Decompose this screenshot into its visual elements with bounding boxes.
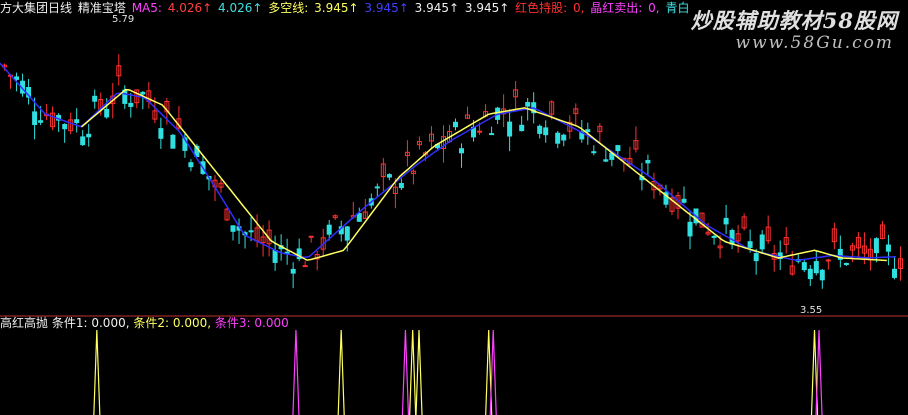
- candle-body: [140, 91, 146, 95]
- candle-body: [80, 136, 86, 146]
- candle-body: [681, 198, 687, 203]
- cut-label: 青白: [665, 1, 690, 15]
- candle-body: [272, 250, 278, 263]
- candle-body: [32, 111, 38, 126]
- candle-body: [398, 183, 404, 189]
- cond2-value: 0.000,: [172, 316, 212, 330]
- stock-chart[interactable]: 5.79 3.55: [0, 0, 908, 415]
- candle-body: [230, 225, 236, 232]
- watermark-url: www.58Gu.com: [735, 33, 894, 53]
- candle-body: [519, 124, 525, 132]
- candle-body: [537, 125, 543, 134]
- candle-body: [104, 109, 110, 118]
- candle-body: [555, 132, 561, 144]
- duokong-value: 3.945↑: [314, 1, 359, 15]
- candle-body: [825, 259, 831, 262]
- candle-body: [603, 159, 609, 162]
- hold-value: 0,: [573, 1, 585, 15]
- candle-body: [74, 119, 80, 123]
- cond3-label: 条件3:: [214, 316, 251, 330]
- candle-body: [356, 213, 362, 222]
- candle-body: [543, 127, 549, 136]
- candle-body: [711, 235, 717, 238]
- candle-body: [92, 95, 98, 102]
- candle-body: [38, 120, 44, 123]
- third-value: 3.945↑: [414, 1, 460, 15]
- hold-label: 红色持股:: [515, 1, 568, 15]
- watermark-title: 炒股辅助教材58股网: [690, 8, 898, 33]
- ma-second-value: 4.026↑: [218, 1, 263, 15]
- candle-body: [308, 235, 314, 238]
- blue-value: 3.945↑: [364, 1, 409, 15]
- ma5-label: MA5:: [131, 1, 162, 15]
- ma5-value: 4.026↑: [167, 1, 213, 15]
- candle-body: [477, 130, 483, 133]
- candle-body: [759, 234, 765, 250]
- candle-body: [801, 262, 807, 271]
- sub-panel-header: 高红高抛 条件1: 0.000, 条件2: 0.000, 条件3: 0.000: [0, 315, 289, 331]
- candle-body: [14, 76, 20, 80]
- cond3-value: 0.000: [254, 316, 289, 330]
- fourth-value: 3.945↑: [464, 1, 510, 15]
- candle-body: [723, 217, 729, 225]
- sub-name: 高红高抛: [0, 316, 49, 330]
- duokong-label: 多空线:: [268, 1, 309, 15]
- candle-body: [386, 174, 392, 178]
- candle-body: [819, 269, 825, 281]
- candle-body: [326, 224, 332, 235]
- candle-body: [753, 253, 759, 262]
- candle-body: [813, 261, 819, 274]
- stock-title: 方大集团日线: [0, 1, 73, 15]
- indicator-name: 精准宝塔: [77, 1, 126, 15]
- candle-body: [885, 244, 891, 252]
- candle-body: [374, 186, 380, 189]
- candle-body: [645, 160, 651, 164]
- candle-body: [86, 133, 92, 138]
- candle-body: [302, 265, 308, 268]
- candle-body: [843, 263, 849, 265]
- candle-body: [188, 162, 194, 168]
- cond2-label: 条件2:: [133, 316, 170, 330]
- candle-body: [892, 268, 897, 278]
- candle-body: [561, 134, 567, 141]
- candle-body: [170, 134, 176, 149]
- sell-label: 晶红卖出:: [590, 1, 643, 15]
- sell-value: 0,: [648, 1, 660, 15]
- candle-body: [290, 268, 296, 274]
- candle-body: [615, 145, 621, 152]
- candle-body: [158, 128, 164, 139]
- candle-body: [873, 238, 879, 254]
- candle-body: [507, 121, 513, 137]
- low-marker-label: 3.55: [800, 305, 822, 316]
- candle-body: [729, 230, 735, 245]
- candle-body: [248, 230, 254, 233]
- candle-body: [807, 268, 813, 280]
- candle-body: [585, 129, 591, 133]
- candle-body: [459, 148, 464, 154]
- candle-body: [489, 133, 495, 136]
- candle-body: [591, 151, 597, 154]
- cond1-value: 0.000,: [91, 316, 130, 330]
- candle-body: [453, 121, 458, 128]
- candle-body: [344, 226, 350, 241]
- candle-body: [525, 102, 531, 107]
- candle-body: [747, 241, 753, 248]
- candle-body: [687, 221, 693, 237]
- candle-body: [62, 124, 68, 130]
- candle-body: [128, 102, 134, 107]
- cond1-label: 条件1:: [51, 316, 88, 330]
